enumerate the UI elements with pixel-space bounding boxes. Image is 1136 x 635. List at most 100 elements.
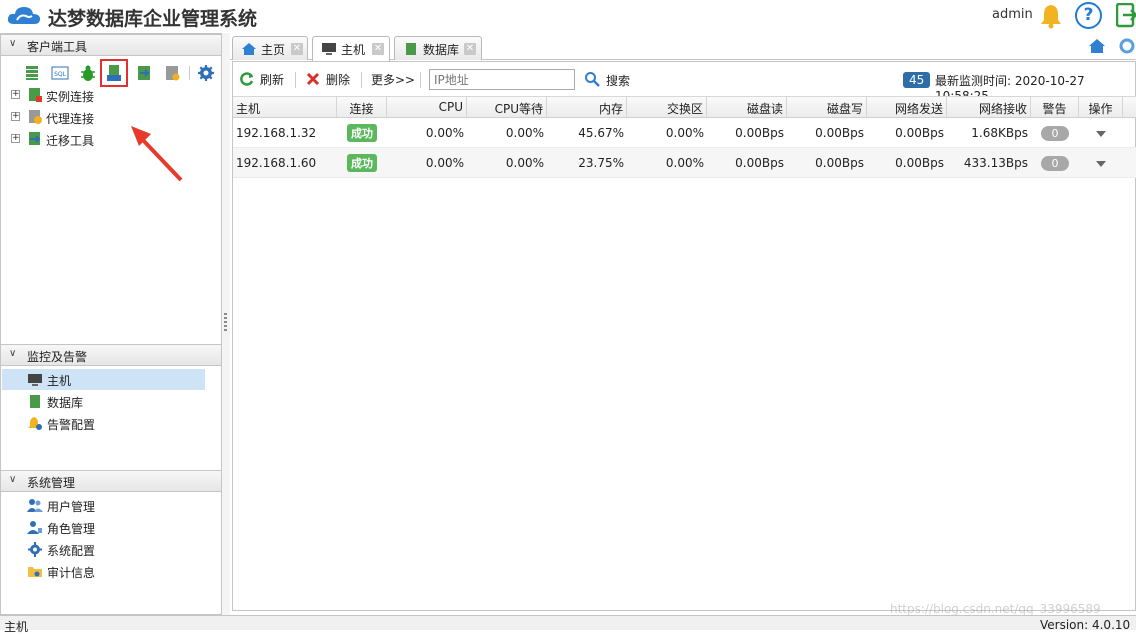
tab-host[interactable]: 主机 ✕ — [312, 36, 390, 61]
ip-search-input[interactable] — [429, 69, 575, 90]
tab-home[interactable]: 主页 ✕ — [232, 36, 308, 60]
col-swap[interactable]: 交换区 — [627, 97, 707, 117]
tab-database[interactable]: 数据库 ✕ — [394, 36, 482, 60]
nav-item-role-management[interactable]: 角色管理 — [2, 517, 205, 538]
database-backup-icon[interactable] — [105, 64, 123, 82]
database-icon — [406, 43, 416, 55]
alert-count-badge[interactable]: 0 — [1041, 126, 1069, 141]
nav-item-user-management[interactable]: 用户管理 — [2, 495, 205, 516]
search-icon[interactable] — [584, 71, 600, 87]
delete-icon[interactable] — [306, 72, 320, 86]
audit-folder-icon — [28, 567, 42, 577]
tab-label: 主页 — [261, 43, 286, 57]
cell-memory: 45.67% — [578, 126, 624, 140]
client-tools-header[interactable]: ∨ 客户端工具 — [1, 34, 221, 56]
app-title: 达梦数据库企业管理系统 — [48, 8, 258, 30]
home-icon[interactable] — [1088, 38, 1106, 54]
database-key-icon[interactable] — [163, 64, 181, 82]
svg-text:SQL: SQL — [54, 71, 67, 78]
nav-item-label: 用户管理 — [47, 500, 96, 514]
nav-item-audit-info[interactable]: 审计信息 — [2, 561, 205, 582]
table-header: 主机 连接 CPU CPU等待 内存 交换区 磁盘读 磁盘写 网络发送 网络接收… — [233, 96, 1136, 118]
col-cpu-wait[interactable]: CPU等待 — [467, 97, 547, 117]
cell-net-recv: 1.68KBps — [971, 126, 1028, 140]
sql-icon[interactable]: SQL — [51, 64, 69, 82]
tree-item-label: 迁移工具 — [46, 134, 95, 148]
chevron-down-icon[interactable] — [1096, 131, 1106, 137]
col-cpu[interactable]: CPU — [387, 97, 467, 117]
expand-icon[interactable]: + — [11, 134, 20, 143]
help-icon[interactable]: ? — [1075, 2, 1102, 29]
tree-item-migration-tool[interactable]: + 迁移工具 — [1, 129, 221, 149]
nav-item-label: 告警配置 — [47, 418, 96, 432]
monitor-panel-header[interactable]: ∨ 监控及告警 — [1, 344, 221, 366]
home-icon — [242, 43, 256, 55]
table-row[interactable]: 192.168.1.60 成功 0.00% 0.00% 23.75% 0.00%… — [233, 148, 1136, 178]
refresh-button[interactable]: 刷新 — [260, 71, 284, 88]
system-panel-title: 系统管理 — [27, 476, 76, 490]
cell-net-send: 0.00Bps — [895, 156, 944, 170]
tree-item-instance-connection[interactable]: + 实例连接 — [1, 85, 221, 105]
col-net-recv[interactable]: 网络接收 — [947, 97, 1031, 117]
monitor-panel-title: 监控及告警 — [27, 350, 88, 364]
col-alerts[interactable]: 警告 — [1031, 97, 1079, 117]
expand-icon[interactable]: + — [11, 90, 20, 99]
system-panel-header[interactable]: ∨ 系统管理 — [1, 470, 221, 492]
nav-item-label: 系统配置 — [47, 544, 96, 558]
nav-item-label: 角色管理 — [47, 522, 96, 536]
monitor-host-icon — [28, 374, 42, 386]
more-button[interactable]: 更多>> — [371, 71, 415, 88]
refresh-icon[interactable] — [240, 72, 254, 86]
alert-count-badge[interactable]: 0 — [1041, 156, 1069, 171]
col-disk-read[interactable]: 磁盘读 — [707, 97, 787, 117]
cell-swap: 0.00% — [665, 126, 704, 140]
col-disk-write[interactable]: 磁盘写 — [787, 97, 867, 117]
toolbar-separator — [420, 72, 421, 88]
col-connection[interactable]: 连接 — [337, 97, 387, 117]
col-net-send[interactable]: 网络发送 — [867, 97, 947, 117]
settings-gear-icon — [28, 542, 42, 557]
nav-item-database[interactable]: 数据库 — [2, 391, 205, 412]
expand-icon[interactable]: + — [11, 112, 20, 121]
search-button[interactable]: 搜索 — [606, 72, 630, 89]
col-host[interactable]: 主机 — [233, 97, 337, 117]
cell-disk-write: 0.00Bps — [815, 156, 864, 170]
nav-item-alert-config[interactable]: 告警配置 — [2, 413, 205, 434]
chevron-down-icon: ∨ — [9, 348, 17, 359]
nav-item-label: 审计信息 — [47, 566, 96, 580]
action-toolbar: 刷新 删除 更多>> 搜索 45 最新监测时间: 2020-10-27 10:5… — [233, 62, 1136, 103]
debug-bug-icon[interactable] — [79, 64, 97, 82]
toolbar-separator — [361, 72, 362, 88]
col-memory[interactable]: 内存 — [547, 97, 627, 117]
monitor-count-badge: 45 — [903, 72, 931, 88]
tools-icon[interactable] — [1118, 37, 1136, 55]
close-icon[interactable]: ✕ — [372, 43, 384, 55]
cell-host: 192.168.1.60 — [236, 156, 317, 170]
cell-swap: 0.00% — [665, 156, 704, 170]
settings-gear-icon[interactable] — [197, 64, 215, 82]
database-icon — [30, 395, 40, 408]
nav-item-system-config[interactable]: 系统配置 — [2, 539, 205, 560]
delete-button[interactable]: 删除 — [326, 71, 350, 88]
cloud-logo-icon — [7, 7, 40, 24]
migrate-icon[interactable] — [135, 64, 153, 82]
tree-item-proxy-connection[interactable]: + 代理连接 — [1, 107, 221, 127]
user-name[interactable]: admin — [992, 7, 1033, 22]
database-icon[interactable] — [23, 64, 41, 82]
status-badge: 成功 — [347, 154, 377, 172]
close-icon[interactable]: ✕ — [464, 43, 476, 55]
col-actions[interactable]: 操作 — [1079, 97, 1123, 117]
bell-icon[interactable] — [1039, 3, 1063, 29]
nav-item-label: 数据库 — [47, 396, 84, 410]
chevron-down-icon[interactable] — [1096, 161, 1106, 167]
cell-disk-write: 0.00Bps — [815, 126, 864, 140]
panel-splitter[interactable] — [222, 33, 230, 615]
table-row[interactable]: 192.168.1.32 成功 0.00% 0.00% 45.67% 0.00%… — [233, 118, 1136, 148]
logout-icon[interactable] — [1116, 3, 1136, 28]
nav-item-host[interactable]: 主机 — [2, 369, 205, 390]
splitter-grip-icon[interactable] — [224, 313, 227, 333]
cell-cpu: 0.00% — [425, 126, 464, 140]
close-icon[interactable]: ✕ — [291, 43, 303, 55]
alert-config-icon — [28, 417, 42, 430]
cell-net-send: 0.00Bps — [895, 126, 944, 140]
